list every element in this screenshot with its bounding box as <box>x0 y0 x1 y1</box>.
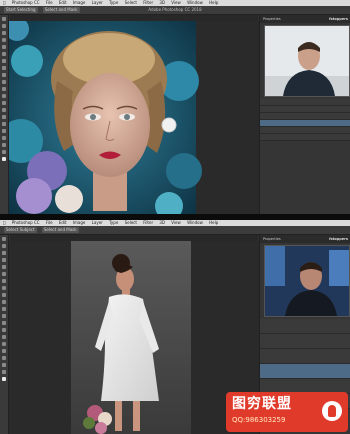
type-tool-icon[interactable] <box>2 342 6 346</box>
path-select-icon[interactable] <box>2 349 6 353</box>
blur-tool-icon[interactable] <box>2 321 6 325</box>
layer-row-selected[interactable] <box>260 120 350 127</box>
layer-row[interactable] <box>260 127 350 134</box>
marquee-tool-icon[interactable] <box>2 24 6 28</box>
hand-tool-icon[interactable] <box>2 143 6 147</box>
layer-row-selected[interactable] <box>260 364 350 379</box>
pen-tool-icon[interactable] <box>2 115 6 119</box>
dodge-tool-icon[interactable] <box>2 108 6 112</box>
watermark-banner: 图穷联盟 QQ:986303259 <box>226 392 348 432</box>
dodge-tool-icon[interactable] <box>2 328 6 332</box>
watermark-title: 图穷联盟 <box>232 396 292 412</box>
watermark-qq: QQ:986303259 <box>232 416 286 424</box>
quick-select-tool-icon[interactable] <box>2 38 6 42</box>
eyedropper-tool-icon[interactable] <box>2 52 6 56</box>
blur-tool-icon[interactable] <box>2 101 6 105</box>
stamp-tool-icon[interactable] <box>2 73 6 77</box>
canvas-area[interactable] <box>0 17 259 214</box>
start-selecting-button[interactable]: Start Selecting <box>4 7 38 13</box>
move-tool-icon[interactable] <box>2 17 6 21</box>
marquee-tool-icon[interactable] <box>2 244 6 248</box>
type-tool-icon[interactable] <box>2 122 6 126</box>
eraser-tool-icon[interactable] <box>2 87 6 91</box>
healing-tool-icon[interactable] <box>2 59 6 63</box>
face <box>70 73 150 177</box>
tools-panel <box>0 235 9 434</box>
photoshop-window-top:  Photoshop CC File Edit Image Layer Typ… <box>0 0 350 214</box>
foreground-color-swatch[interactable] <box>2 157 6 161</box>
layers-panel <box>260 99 350 141</box>
options-bar: Start Selecting Select and Mask Adobe Ph… <box>0 6 350 15</box>
webcam-overlay <box>264 245 350 317</box>
path-select-icon[interactable] <box>2 129 6 133</box>
panel-tabs: Properties fstoppers <box>260 235 350 243</box>
lasso-tool-icon[interactable] <box>2 251 6 255</box>
shape-tool-icon[interactable] <box>2 356 6 360</box>
canvas-area[interactable] <box>9 241 259 434</box>
history-brush-icon[interactable] <box>2 80 6 84</box>
zoom-tool-icon[interactable] <box>2 150 6 154</box>
layer-row[interactable] <box>260 113 350 120</box>
eyedropper-tool-icon[interactable] <box>2 272 6 276</box>
pen-tool-icon[interactable] <box>2 335 6 339</box>
layer-row[interactable] <box>260 349 350 364</box>
quick-select-tool-icon[interactable] <box>2 258 6 262</box>
hand-tool-icon[interactable] <box>2 363 6 367</box>
foreground-color-swatch[interactable] <box>2 377 6 381</box>
watermark-logo-icon <box>322 401 342 421</box>
brush-cursor-icon <box>161 117 177 133</box>
gradient-tool-icon[interactable] <box>2 314 6 318</box>
lasso-tool-icon[interactable] <box>2 31 6 35</box>
webcam-overlay <box>264 25 350 97</box>
panel-tabs: Properties fstoppers <box>260 15 350 23</box>
brush-tool-icon[interactable] <box>2 286 6 290</box>
brush-tool-icon[interactable] <box>2 66 6 70</box>
eraser-tool-icon[interactable] <box>2 307 6 311</box>
history-brush-icon[interactable] <box>2 300 6 304</box>
select-and-mask-button[interactable]: Select and Mask <box>41 227 79 233</box>
tools-panel <box>0 15 9 214</box>
move-tool-icon[interactable] <box>2 237 6 241</box>
canvas-photo <box>0 17 259 214</box>
layer-row[interactable] <box>260 334 350 349</box>
tab-properties[interactable]: Properties <box>263 17 281 21</box>
options-bar: Select Subject Select and Mask <box>0 226 350 235</box>
stamp-tool-icon[interactable] <box>2 293 6 297</box>
layer-row[interactable] <box>260 134 350 141</box>
select-and-mask-button[interactable]: Select and Mask <box>42 7 80 13</box>
canvas-photo <box>9 241 259 434</box>
fstoppers-logo: fstoppers <box>329 237 348 241</box>
right-panel-dock: Properties fstoppers <box>259 15 350 214</box>
layer-row[interactable] <box>260 99 350 106</box>
select-subject-button[interactable]: Select Subject <box>4 227 37 233</box>
crop-tool-icon[interactable] <box>2 265 6 269</box>
zoom-tool-icon[interactable] <box>2 370 6 374</box>
layer-row[interactable] <box>260 106 350 113</box>
layer-row[interactable] <box>260 319 350 334</box>
fstoppers-logo: fstoppers <box>329 17 348 21</box>
healing-tool-icon[interactable] <box>2 279 6 283</box>
shape-tool-icon[interactable] <box>2 136 6 140</box>
tab-properties[interactable]: Properties <box>263 237 281 241</box>
crop-tool-icon[interactable] <box>2 45 6 49</box>
gradient-tool-icon[interactable] <box>2 94 6 98</box>
